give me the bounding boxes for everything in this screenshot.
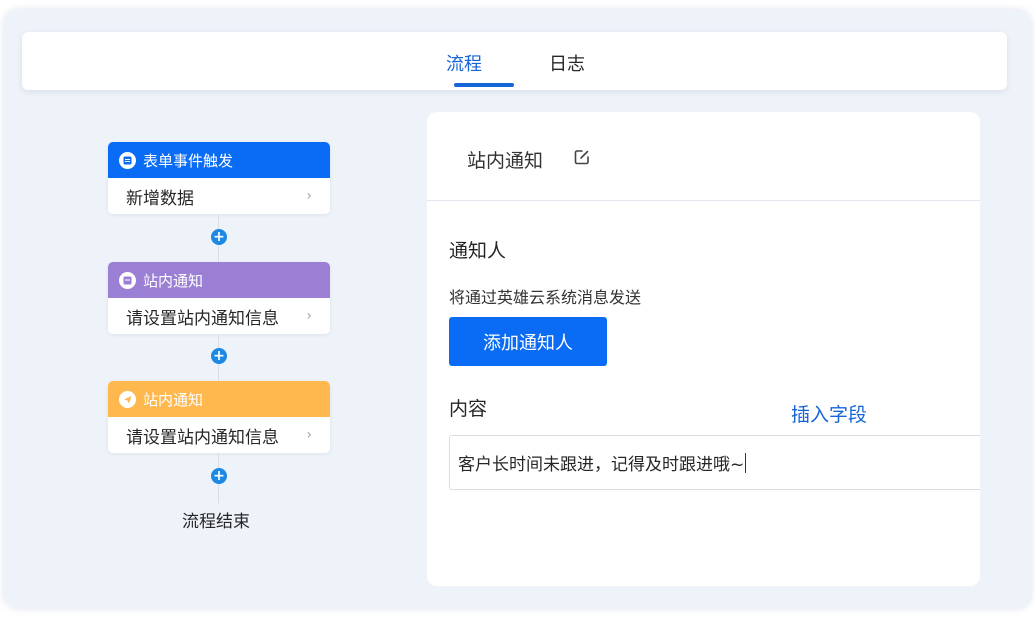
flow-node-title: 站内通知 [143, 271, 204, 290]
message-icon [119, 271, 136, 289]
insert-field-link[interactable]: 插入字段 [791, 400, 867, 427]
panel-title: 站内通知 [467, 150, 544, 172]
flow-node-text: 新增数据 [126, 188, 194, 209]
flow-node-title: 表单事件触发 [143, 151, 234, 170]
chevron-right-icon: › [306, 188, 312, 204]
flow-node-text: 请设置站内通知信息 [126, 427, 279, 448]
flow-node-body[interactable]: 请设置站内通知信息 › [108, 298, 330, 334]
content-input[interactable]: 客户长时间未跟进，记得及时跟进哦~ [449, 435, 980, 490]
divider [427, 200, 980, 201]
app-frame: 流程 日志 表单事件触发 新增数据 › + 站内通知 请设置站内通知信息 › +… [4, 10, 1031, 608]
flow-node-notify-1[interactable]: 站内通知 请设置站内通知信息 › [108, 262, 330, 334]
flow-node-header: 站内通知 [108, 381, 330, 417]
content-text: 客户长时间未跟进，记得及时跟进哦~ [458, 455, 745, 475]
flow-node-title: 站内通知 [143, 390, 204, 409]
edit-icon[interactable] [573, 148, 591, 170]
flow-node-header: 表单事件触发 [108, 142, 330, 178]
tab-log[interactable]: 日志 [549, 50, 585, 76]
add-step-icon[interactable]: + [211, 348, 227, 364]
chevron-right-icon: › [306, 308, 312, 324]
form-icon [119, 151, 136, 169]
recipient-description: 将通过英雄云系统消息发送 [449, 288, 642, 307]
flow-end-label: 流程结束 [182, 512, 250, 532]
chevron-right-icon: › [306, 427, 312, 443]
add-recipient-button[interactable]: 添加通知人 [449, 317, 607, 366]
add-step-icon[interactable]: + [211, 229, 227, 245]
flow-node-trigger[interactable]: 表单事件触发 新增数据 › [108, 142, 330, 214]
send-icon [119, 390, 136, 408]
tab-flow[interactable]: 流程 [446, 50, 482, 76]
add-step-icon[interactable]: + [211, 468, 227, 484]
flow-node-body[interactable]: 请设置站内通知信息 › [108, 417, 330, 453]
tab-bar: 流程 日志 [22, 32, 1007, 90]
active-tab-indicator [454, 83, 514, 87]
text-caret [745, 452, 747, 473]
flow-node-notify-2[interactable]: 站内通知 请设置站内通知信息 › [108, 381, 330, 453]
flow-node-header: 站内通知 [108, 262, 330, 298]
recipient-label: 通知人 [449, 240, 507, 262]
content-label: 内容 [449, 398, 488, 420]
flow-node-text: 请设置站内通知信息 [126, 308, 279, 329]
flow-node-body[interactable]: 新增数据 › [108, 178, 330, 214]
node-settings-panel: 站内通知 通知人 将通过英雄云系统消息发送 添加通知人 内容 插入字段 客户长时… [427, 112, 980, 586]
